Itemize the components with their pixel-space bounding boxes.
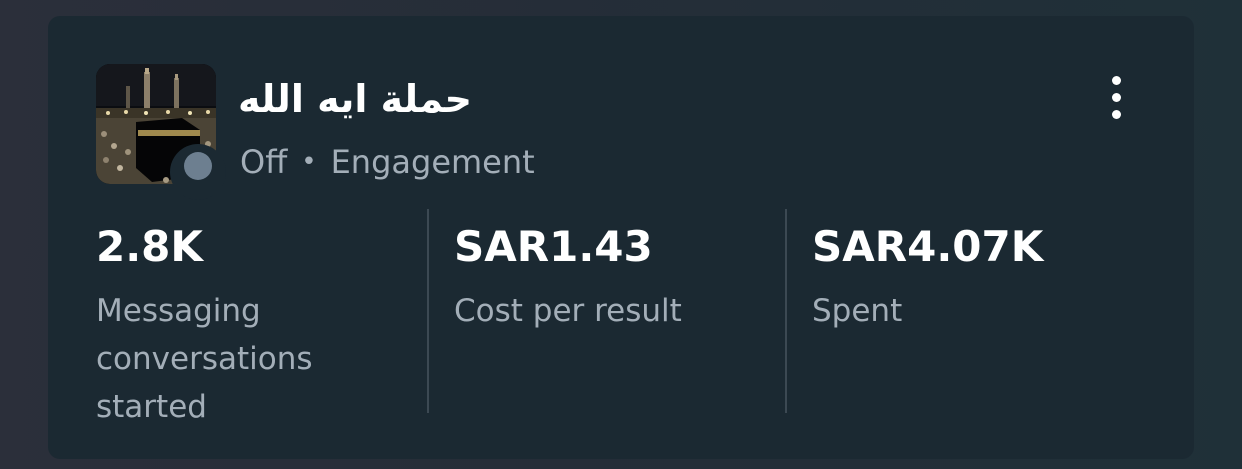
more-vertical-icon-dot <box>1112 93 1121 102</box>
campaign-subline: Off • Engagement <box>240 142 535 182</box>
more-options-button[interactable] <box>1096 74 1136 122</box>
separator-dot: • <box>301 147 317 177</box>
campaign-name[interactable]: حملة ايه الله <box>238 74 472 124</box>
more-vertical-icon-dot <box>1112 110 1121 119</box>
metric-label: Cost per result <box>454 293 682 329</box>
status-dot-icon <box>184 152 212 180</box>
more-vertical-icon <box>1112 76 1121 85</box>
metric-divider <box>785 209 787 413</box>
campaign-card[interactable]: حملة ايه الله Off • Engagement 2.8K Messag… <box>48 16 1194 459</box>
metric-label: Spent <box>812 293 903 329</box>
metric-label: Messaging conversations started <box>96 293 313 425</box>
campaign-objective: Engagement <box>330 143 535 181</box>
metric-spent[interactable]: SAR4.07K Spent <box>812 221 1152 335</box>
metric-results[interactable]: 2.8K Messaging conversations started <box>96 221 396 431</box>
metric-value: 2.8K <box>96 222 203 271</box>
metric-cost-per-result[interactable]: SAR1.43 Cost per result <box>454 221 774 335</box>
campaign-status: Off <box>240 143 288 181</box>
metric-value: SAR1.43 <box>454 222 653 271</box>
metric-value: SAR4.07K <box>812 222 1044 271</box>
metric-divider <box>427 209 429 413</box>
